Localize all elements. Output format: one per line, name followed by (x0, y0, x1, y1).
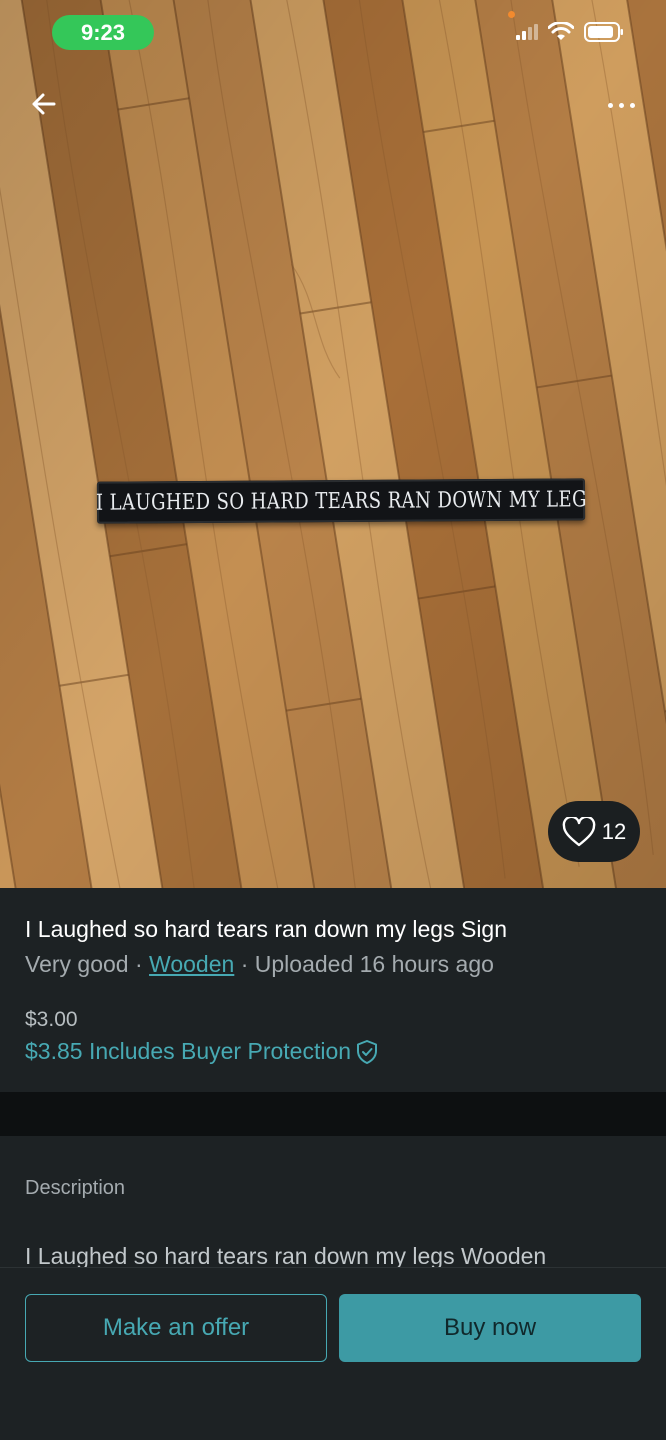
back-arrow-icon (32, 93, 56, 115)
material-link[interactable]: Wooden (149, 951, 234, 977)
item-price: $3.00 (25, 1008, 78, 1031)
product-photo[interactable]: I LAUGHED SO HARD TEARS RAN DOWN MY LEG … (0, 0, 666, 888)
more-options-button[interactable] (602, 92, 640, 118)
signal-icon (516, 24, 538, 40)
status-time: 9:23 (80, 19, 126, 45)
favorite-button[interactable]: 12 (548, 801, 640, 862)
item-meta: Very good · Wooden · Uploaded 16 hours a… (25, 951, 494, 978)
heart-icon (562, 816, 596, 846)
make-offer-button[interactable]: Make an offer (25, 1294, 327, 1362)
wood-floor-image (0, 0, 666, 888)
wifi-icon (548, 22, 574, 40)
battery-icon (584, 22, 623, 42)
buy-now-button[interactable]: Buy now (339, 1294, 641, 1362)
sign-in-photo: I LAUGHED SO HARD TEARS RAN DOWN MY LEG (95, 478, 587, 524)
more-icon (607, 102, 613, 108)
meta-separator: · (134, 951, 143, 977)
shield-check-icon (357, 1039, 378, 1064)
item-title: I Laughed so hard tears ran down my legs… (25, 916, 508, 942)
status-icons (516, 22, 624, 42)
action-bar: Make an offer Buy now (0, 1267, 666, 1440)
item-detail-screen: I LAUGHED SO HARD TEARS RAN DOWN MY LEG … (0, 0, 666, 1440)
buyer-protection-price[interactable]: $3.85 Includes Buyer Protection (25, 1038, 379, 1065)
item-info: I Laughed so hard tears ran down my legs… (0, 888, 666, 1092)
meta-separator: · (240, 951, 249, 977)
buyer-protection-label: $3.85 Includes Buyer Protection (25, 1038, 352, 1064)
section-divider (0, 1092, 666, 1136)
privacy-indicator-dot (508, 11, 515, 18)
item-condition: Very good (25, 951, 129, 977)
description-text: I Laughed so hard tears ran down my legs… (25, 1243, 547, 1267)
back-button[interactable] (26, 86, 62, 122)
upload-time: Uploaded 16 hours ago (254, 951, 494, 977)
status-time-pill: 9:23 (52, 15, 154, 50)
favorite-count: 12 (601, 818, 627, 844)
description-label: Description (25, 1177, 126, 1199)
sign-text: I LAUGHED SO HARD TEARS RAN DOWN MY LEG (95, 486, 587, 516)
